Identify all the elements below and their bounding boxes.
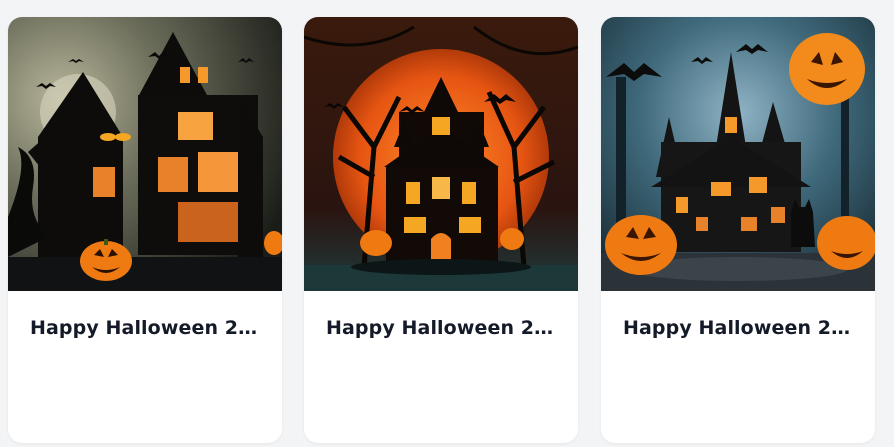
card-thumbnail[interactable] xyxy=(601,17,875,291)
template-card[interactable]: Happy Halloween 2022 Spooky Night xyxy=(601,17,875,443)
card-title[interactable]: Happy Halloween 2022 Spooky Night xyxy=(623,317,857,339)
card-thumbnail[interactable] xyxy=(8,17,282,291)
template-card[interactable]: Happy Halloween 2022! xyxy=(304,17,578,443)
haunted-house-image xyxy=(601,17,875,291)
haunted-house-image xyxy=(8,17,282,291)
template-card[interactable]: Happy Halloween 2022 Haunted House xyxy=(8,17,282,443)
card-title[interactable]: Happy Halloween 2022! xyxy=(326,317,560,339)
haunted-house-image xyxy=(304,17,578,291)
card-title[interactable]: Happy Halloween 2022 Haunted House xyxy=(30,317,264,339)
card-thumbnail[interactable] xyxy=(304,17,578,291)
card-grid: Happy Halloween 2022 Haunted House xyxy=(0,0,894,447)
